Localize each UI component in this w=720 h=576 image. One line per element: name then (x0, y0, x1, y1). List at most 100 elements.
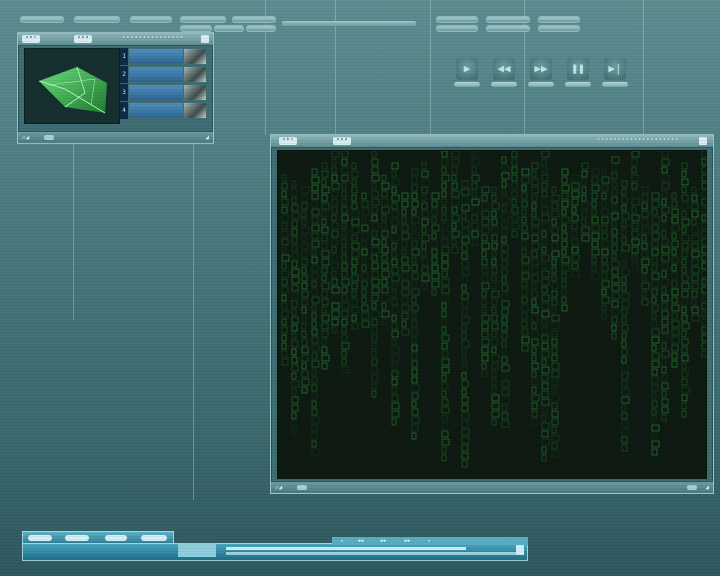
dock-tab[interactable] (65, 535, 89, 541)
code-glyph (691, 298, 697, 306)
clip-row[interactable]: 1 (120, 48, 208, 65)
code-glyph (421, 266, 429, 274)
code-glyph (291, 276, 300, 284)
code-glyph (661, 342, 667, 350)
pause-icon[interactable]: ❚❚ (567, 58, 589, 80)
code-glyph (291, 380, 300, 388)
menu-item[interactable] (486, 16, 530, 23)
clip-row[interactable]: 3 (120, 84, 208, 101)
resize-icon[interactable]: ◢ (705, 484, 709, 491)
play-control[interactable]: ▶ (454, 58, 480, 87)
panel-tab-1[interactable]: ᵃᵇᶜ (22, 35, 41, 43)
step-control[interactable]: ▶| (602, 58, 628, 87)
code-glyph (561, 256, 570, 264)
code-glyph (551, 338, 558, 346)
code-glyph (661, 206, 670, 214)
menu-item[interactable] (538, 25, 580, 32)
resize-icon[interactable]: ◢ (205, 134, 209, 141)
step-label (602, 82, 628, 87)
code-glyph (441, 222, 449, 230)
code-glyph (381, 302, 387, 310)
menu-item[interactable] (214, 25, 244, 32)
play-icon[interactable]: ▶ (456, 58, 478, 80)
panel-tab-2[interactable]: ᵃᵇᵈ (74, 35, 93, 43)
code-glyph (311, 384, 318, 392)
code-glyph (681, 410, 687, 418)
menu-item[interactable] (232, 16, 276, 23)
menu-item[interactable] (180, 25, 212, 32)
code-glyph (541, 358, 547, 366)
menu-item[interactable] (20, 16, 64, 23)
code-glyph (661, 310, 669, 318)
panel-title: ᶦᶦᶦᶦᶦᶦᶦᶦᶦᶦᶦᶦᶦᶦᶦᶦᶦᶦᶦᶦ (596, 137, 679, 144)
code-glyph (281, 334, 287, 342)
code-glyph (541, 454, 547, 462)
menu-item[interactable] (538, 16, 580, 23)
code-glyph (501, 324, 508, 332)
clip-row[interactable]: 4 (120, 102, 208, 119)
clip-frame (129, 85, 183, 100)
code-glyph (331, 206, 338, 214)
code-glyph (481, 186, 490, 194)
menu-item[interactable] (486, 25, 530, 32)
dock-scroll-icon[interactable] (516, 545, 524, 555)
code-glyph (461, 388, 467, 396)
rewind-icon[interactable]: ◀◀ (493, 58, 515, 80)
dock-tab[interactable] (28, 535, 52, 541)
code-glyph (501, 396, 510, 404)
code-glyph (281, 222, 288, 230)
code-glyph (681, 378, 688, 386)
close-icon[interactable] (201, 35, 209, 43)
3d-preview[interactable] (24, 48, 120, 124)
code-glyph (561, 280, 567, 288)
panel-tab-1[interactable]: ᵃᵇᶜ (279, 137, 298, 145)
code-rain-display[interactable] (277, 150, 707, 479)
code-glyph (581, 226, 590, 234)
step-icon[interactable]: ▶| (604, 58, 626, 80)
pause-control[interactable]: ❚❚ (565, 58, 591, 87)
code-glyph (531, 354, 537, 362)
code-glyph (611, 300, 619, 308)
code-glyph (501, 420, 510, 428)
menu-item[interactable] (436, 16, 478, 23)
dock-timeline[interactable] (226, 552, 516, 555)
code-glyph (501, 300, 510, 308)
menu-item[interactable] (130, 16, 172, 23)
code-glyph (421, 234, 430, 242)
progress-bar[interactable] (282, 21, 416, 26)
rewind-control[interactable]: ◀◀ (491, 58, 517, 87)
code-glyph (531, 186, 539, 194)
code-glyph (331, 318, 339, 326)
footer-slider[interactable] (44, 135, 54, 140)
dock-tab[interactable] (105, 535, 127, 541)
code-glyph (361, 240, 367, 248)
code-glyph (411, 248, 420, 256)
code-glyph (641, 210, 649, 218)
code-glyph (521, 296, 528, 304)
menu-item[interactable] (180, 16, 226, 23)
clip-row[interactable]: 2 (120, 66, 208, 83)
code-glyph (431, 224, 440, 232)
dock-timeline[interactable] (226, 547, 466, 550)
menu-item[interactable] (246, 25, 276, 32)
footer-slider[interactable] (297, 485, 307, 490)
code-glyph (291, 348, 297, 356)
panel-tab-2[interactable]: ᵃᵇᵈ (333, 137, 352, 145)
code-glyph (501, 164, 509, 172)
code-glyph (451, 174, 457, 182)
scroll-handle[interactable] (687, 485, 697, 490)
close-icon[interactable] (699, 137, 707, 145)
code-glyph (311, 240, 320, 248)
code-glyph (541, 222, 550, 230)
dock-tab[interactable] (141, 535, 167, 541)
menu-item[interactable] (74, 16, 120, 23)
code-glyph (611, 260, 620, 268)
fast-forward-control[interactable]: ▶▶ (528, 58, 554, 87)
bottom-dock: ◂ ▪▪ ▪▪ ▪▪ ▸ (22, 531, 528, 561)
code-glyph (621, 436, 628, 444)
code-glyph (321, 354, 330, 362)
code-glyph (491, 202, 500, 210)
menu-item[interactable] (436, 25, 478, 32)
code-glyph (291, 388, 297, 396)
fast-forward-icon[interactable]: ▶▶ (530, 58, 552, 80)
